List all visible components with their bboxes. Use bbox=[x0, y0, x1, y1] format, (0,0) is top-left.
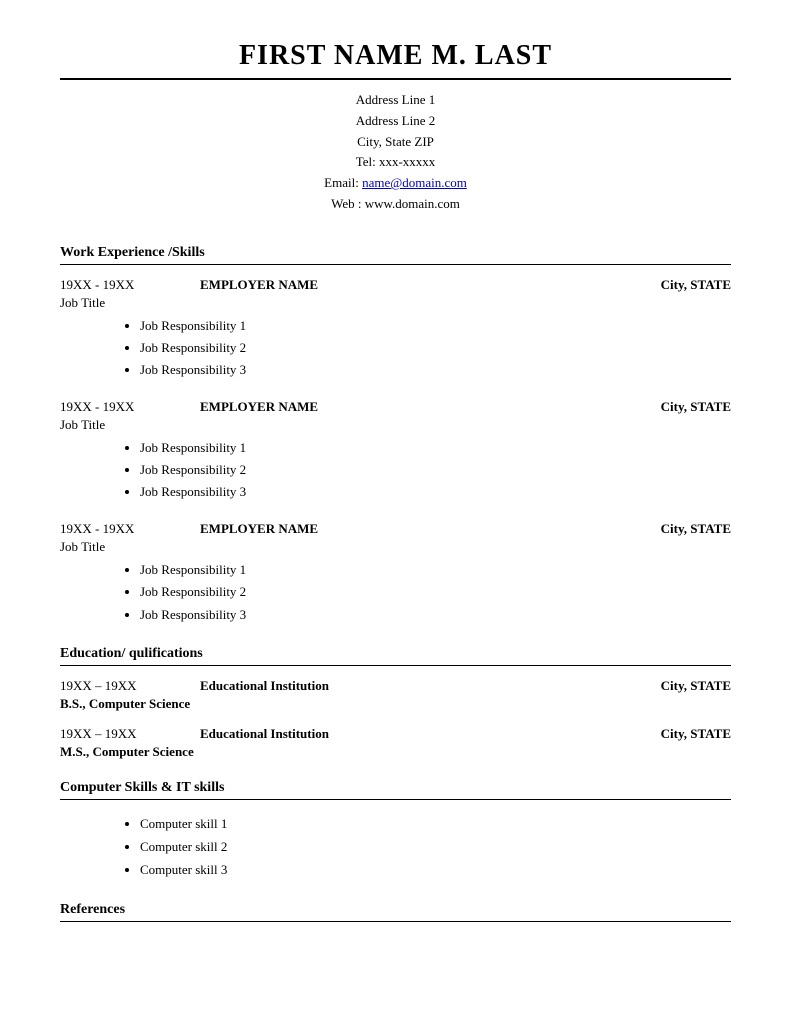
job-dates-2: 19XX - 19XX bbox=[60, 399, 180, 415]
responsibility-2-3: Job Responsibility 3 bbox=[140, 481, 731, 503]
skill-1: Computer skill 1 bbox=[140, 812, 731, 835]
full-name: FIRST NAME M. LAST bbox=[60, 40, 731, 80]
computer-skills-header: Computer Skills & IT skills bbox=[60, 780, 731, 800]
resume-page: FIRST NAME M. LAST Address Line 1 Addres… bbox=[0, 0, 791, 1024]
edu-entry-2: 19XX – 19XX Educational Institution City… bbox=[60, 726, 731, 760]
edu-location-2: City, STATE bbox=[661, 726, 731, 742]
job-title-3: Job Title bbox=[60, 539, 731, 555]
email-line: Email: name@domain.com bbox=[60, 173, 731, 194]
job-location-1: City, STATE bbox=[661, 277, 731, 293]
employer-name-2: EMPLOYER NAME bbox=[180, 399, 661, 415]
edu-institution-1: Educational Institution bbox=[180, 678, 661, 694]
responsibility-2-1: Job Responsibility 1 bbox=[140, 437, 731, 459]
city-state-zip: City, State ZIP bbox=[60, 132, 731, 153]
references-header: References bbox=[60, 902, 731, 922]
edu-line-2: 19XX – 19XX Educational Institution City… bbox=[60, 726, 731, 742]
work-experience-section: Work Experience /Skills 19XX - 19XX EMPL… bbox=[60, 245, 731, 626]
education-section: Education/ qulifications 19XX – 19XX Edu… bbox=[60, 646, 731, 760]
edu-dates-1: 19XX – 19XX bbox=[60, 678, 180, 694]
edu-degree-2: M.S., Computer Science bbox=[60, 744, 731, 760]
web-line: Web : www.domain.com bbox=[60, 194, 731, 215]
edu-degree-1: B.S., Computer Science bbox=[60, 696, 731, 712]
job-title-2: Job Title bbox=[60, 417, 731, 433]
tel: Tel: xxx-xxxxx bbox=[60, 152, 731, 173]
edu-line-1: 19XX – 19XX Educational Institution City… bbox=[60, 678, 731, 694]
responsibility-1-1: Job Responsibility 1 bbox=[140, 315, 731, 337]
responsibility-2-2: Job Responsibility 2 bbox=[140, 459, 731, 481]
work-experience-header: Work Experience /Skills bbox=[60, 245, 731, 265]
job-entry-3: 19XX - 19XX EMPLOYER NAME City, STATE Jo… bbox=[60, 521, 731, 625]
references-section: References bbox=[60, 902, 731, 922]
skill-2: Computer skill 2 bbox=[140, 835, 731, 858]
job-title-1: Job Title bbox=[60, 295, 731, 311]
job-entry-2: 19XX - 19XX EMPLOYER NAME City, STATE Jo… bbox=[60, 399, 731, 503]
email-link[interactable]: name@domain.com bbox=[362, 175, 467, 190]
responsibility-1-3: Job Responsibility 3 bbox=[140, 359, 731, 381]
edu-institution-2: Educational Institution bbox=[180, 726, 661, 742]
job-location-2: City, STATE bbox=[661, 399, 731, 415]
responsibilities-2: Job Responsibility 1 Job Responsibility … bbox=[60, 437, 731, 503]
employer-name-1: EMPLOYER NAME bbox=[180, 277, 661, 293]
edu-dates-2: 19XX – 19XX bbox=[60, 726, 180, 742]
skills-list: Computer skill 1 Computer skill 2 Comput… bbox=[60, 812, 731, 882]
resume-header: FIRST NAME M. LAST bbox=[60, 40, 731, 80]
job-location-3: City, STATE bbox=[661, 521, 731, 537]
responsibility-3-2: Job Responsibility 2 bbox=[140, 581, 731, 603]
job-line-1: 19XX - 19XX EMPLOYER NAME City, STATE bbox=[60, 277, 731, 293]
job-line-2: 19XX - 19XX EMPLOYER NAME City, STATE bbox=[60, 399, 731, 415]
employer-name-3: EMPLOYER NAME bbox=[180, 521, 661, 537]
responsibilities-3: Job Responsibility 1 Job Responsibility … bbox=[60, 559, 731, 625]
contact-info: Address Line 1 Address Line 2 City, Stat… bbox=[60, 90, 731, 215]
responsibility-3-3: Job Responsibility 3 bbox=[140, 604, 731, 626]
responsibility-1-2: Job Responsibility 2 bbox=[140, 337, 731, 359]
job-entry-1: 19XX - 19XX EMPLOYER NAME City, STATE Jo… bbox=[60, 277, 731, 381]
responsibility-3-1: Job Responsibility 1 bbox=[140, 559, 731, 581]
job-line-3: 19XX - 19XX EMPLOYER NAME City, STATE bbox=[60, 521, 731, 537]
responsibilities-1: Job Responsibility 1 Job Responsibility … bbox=[60, 315, 731, 381]
education-header: Education/ qulifications bbox=[60, 646, 731, 666]
edu-entry-1: 19XX – 19XX Educational Institution City… bbox=[60, 678, 731, 712]
job-dates-3: 19XX - 19XX bbox=[60, 521, 180, 537]
email-label: Email: bbox=[324, 175, 359, 190]
address-line1: Address Line 1 bbox=[60, 90, 731, 111]
computer-skills-section: Computer Skills & IT skills Computer ski… bbox=[60, 780, 731, 882]
skill-3: Computer skill 3 bbox=[140, 858, 731, 881]
job-dates-1: 19XX - 19XX bbox=[60, 277, 180, 293]
edu-location-1: City, STATE bbox=[661, 678, 731, 694]
address-line2: Address Line 2 bbox=[60, 111, 731, 132]
